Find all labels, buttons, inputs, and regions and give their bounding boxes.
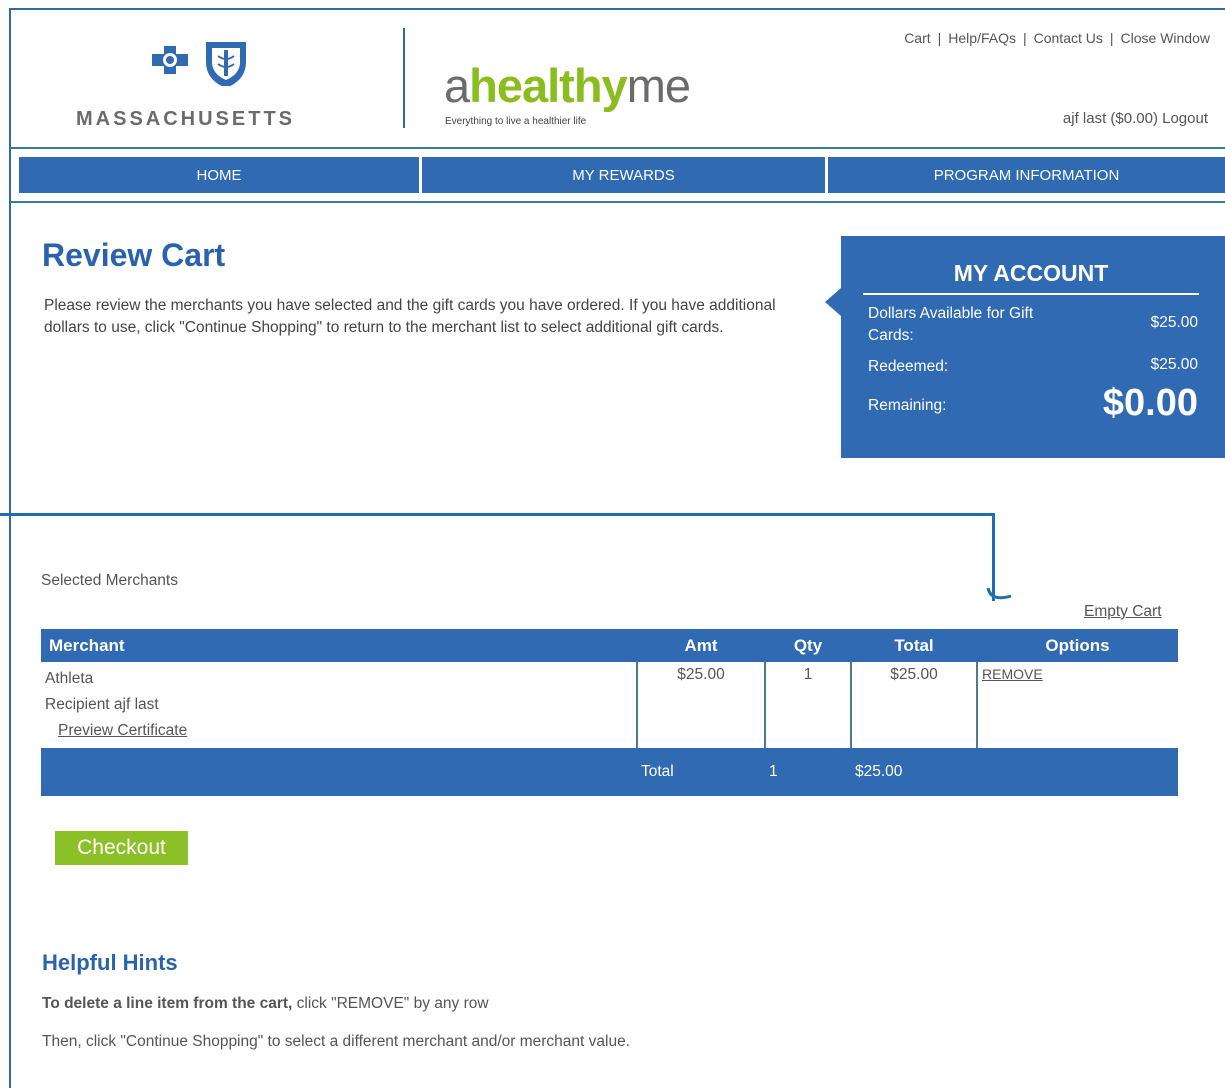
redeemed-label: Redeemed: <box>868 358 949 375</box>
hint-delete-bold: To delete a line item from the cart, <box>42 995 293 1012</box>
hint-delete: To delete a line item from the cart, cli… <box>42 995 489 1013</box>
remaining-value: $0.00 <box>1102 382 1198 424</box>
user-balance: ajf last ($0.00) <box>1062 110 1158 127</box>
cart-table: Merchant Amt Qty Total Options Athleta R… <box>41 629 1178 796</box>
account-title: MY ACCOUNT <box>863 260 1199 295</box>
contact-us-link[interactable]: Contact Us <box>1034 30 1103 46</box>
selected-merchants-label: Selected Merchants <box>41 572 178 589</box>
account-redeemed-row: Redeemed: $25.00 <box>868 356 1198 378</box>
logo-part-me: me <box>626 59 691 112</box>
ahealthyme-logo: ahealthyme <box>444 59 691 112</box>
available-label: Dollars Available for Gift Cards: <box>868 305 1034 344</box>
col-options: Options <box>977 629 1178 662</box>
logo-separator <box>403 28 405 128</box>
redeemed-value: $25.00 <box>1150 356 1198 373</box>
merchant-recipient: Recipient ajf last <box>45 696 159 713</box>
my-account-panel: MY ACCOUNT Dollars Available for Gift Ca… <box>825 236 1225 458</box>
qty-cell: 1 <box>764 662 851 748</box>
options-cell: REMOVE <box>976 662 1178 748</box>
total-row-qty: 1 <box>765 748 851 796</box>
cart-header-row: Merchant Amt Qty Total Options <box>41 629 1178 662</box>
account-available-row: Dollars Available for Gift Cards: $25.00 <box>868 303 1198 347</box>
checkout-button[interactable]: Checkout <box>55 831 188 865</box>
help-faqs-link[interactable]: Help/FAQs <box>948 30 1016 46</box>
nav-program-information[interactable]: PROGRAM INFORMATION <box>828 157 1225 193</box>
total-cell: $25.00 <box>850 662 977 748</box>
logo-tagline: Everything to live a healthier life <box>445 116 587 127</box>
top-links: Cart | Help/FAQs | Contact Us | Close Window <box>904 30 1210 46</box>
amt-cell: $25.00 <box>636 662 765 748</box>
logo-part-healthy: healthy <box>469 59 628 112</box>
cart-link[interactable]: Cart <box>904 30 930 46</box>
col-merchant: Merchant <box>41 629 637 662</box>
header-divider <box>10 147 1225 149</box>
annotation-hook-icon <box>986 587 1012 600</box>
remaining-label: Remaining: <box>868 397 947 414</box>
nav-home[interactable]: HOME <box>19 157 419 193</box>
total-row-amount: $25.00 <box>851 748 977 796</box>
panel-pointer <box>825 288 841 316</box>
main-nav: HOME MY REWARDS PROGRAM INFORMATION <box>19 157 1225 193</box>
bcbs-logo-icon <box>152 42 246 86</box>
logo-part-a: a <box>444 59 470 112</box>
available-value: $25.00 <box>1150 314 1198 331</box>
helpful-hints-title: Helpful Hints <box>42 950 178 975</box>
page-intro: Please review the merchants you have sel… <box>44 297 776 336</box>
empty-cart-link[interactable]: Empty Cart <box>1084 603 1162 621</box>
col-amt: Amt <box>637 629 765 662</box>
nav-divider <box>10 201 1225 203</box>
nav-my-rewards[interactable]: MY REWARDS <box>422 157 825 193</box>
hint-delete-rest: click "REMOVE" by any row <box>292 995 489 1012</box>
account-remaining-row: Remaining: $0.00 <box>868 382 1198 428</box>
page-title: Review Cart <box>42 237 226 273</box>
preview-certificate-link[interactable]: Preview Certificate <box>58 722 187 739</box>
logout-link[interactable]: Logout <box>1162 110 1208 127</box>
table-row: Athleta Recipient ajf last Preview Certi… <box>41 662 1178 748</box>
remove-link[interactable]: REMOVE <box>982 666 1043 682</box>
brand-region-text: MASSACHUSETTS <box>76 108 296 130</box>
user-info: ajf last ($0.00) Logout <box>1063 110 1208 127</box>
hint-continue: Then, click "Continue Shopping" to selec… <box>42 1033 630 1050</box>
col-qty: Qty <box>765 629 851 662</box>
annotation-connector-line <box>0 513 995 516</box>
total-row-label: Total <box>637 748 765 796</box>
close-window-link[interactable]: Close Window <box>1121 30 1210 46</box>
col-total: Total <box>851 629 977 662</box>
merchant-cell: Athleta Recipient ajf last Preview Certi… <box>41 662 637 748</box>
merchant-name: Athleta <box>45 670 94 687</box>
cart-total-row: Total 1 $25.00 <box>41 748 1178 796</box>
